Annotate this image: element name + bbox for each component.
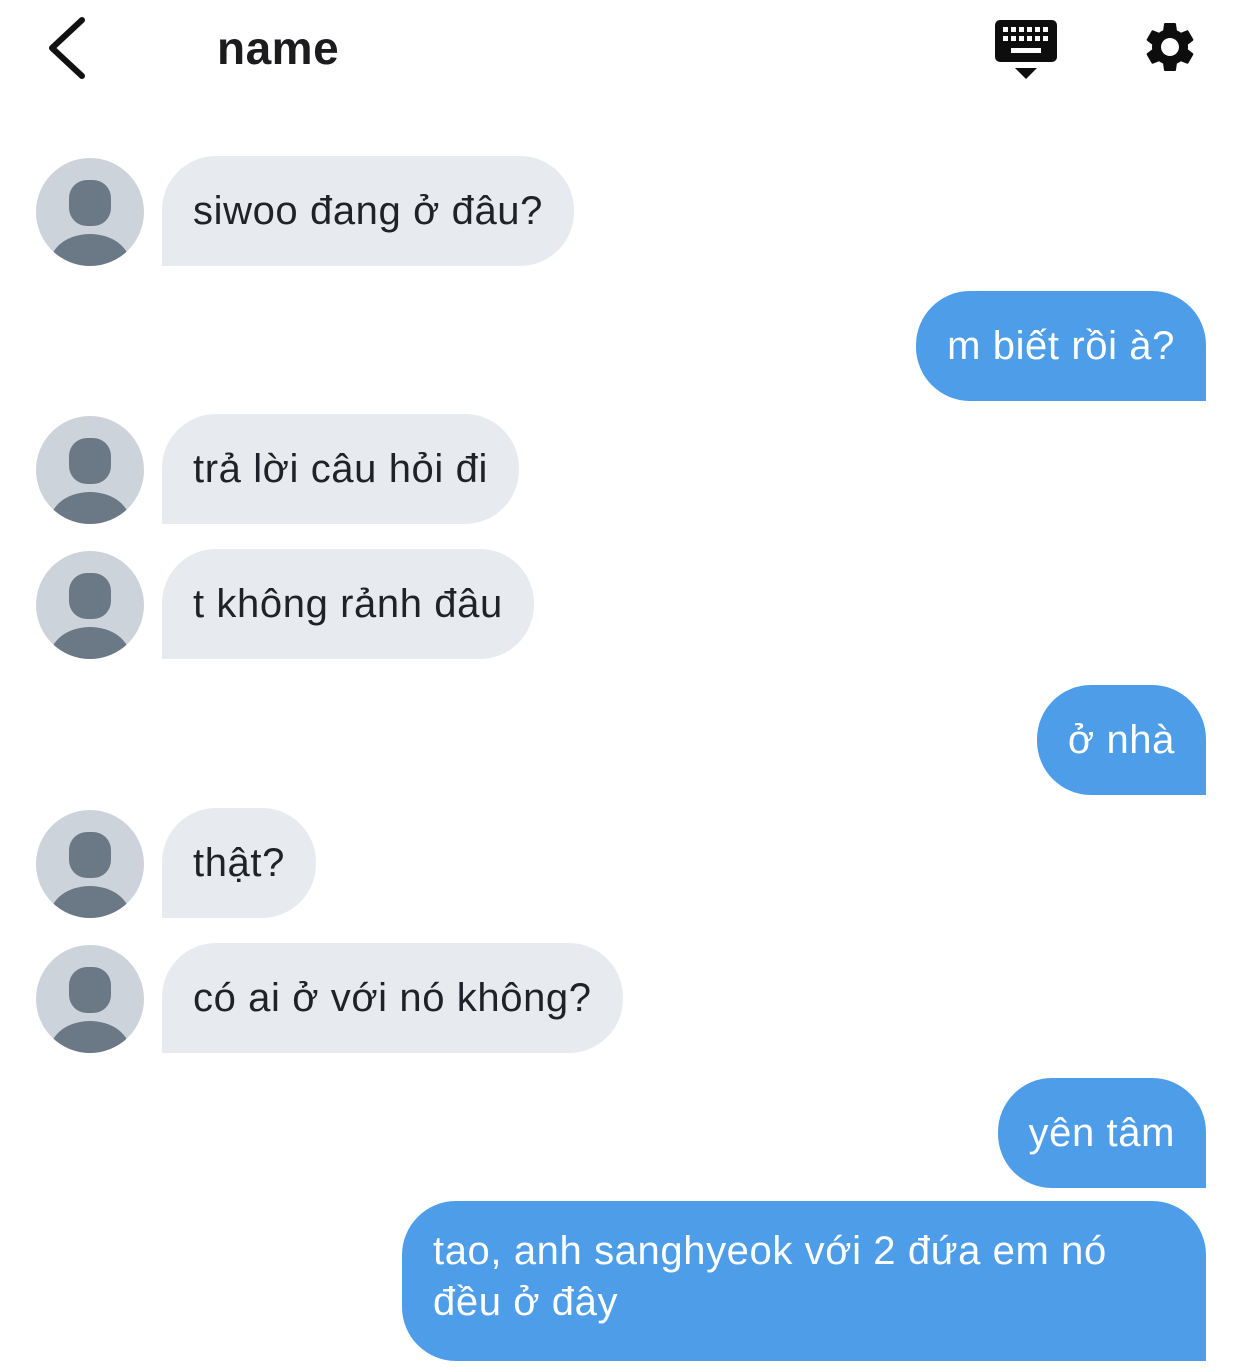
- chat-header: name: [0, 0, 1242, 100]
- default-avatar-icon: [50, 967, 130, 1053]
- gear-icon: [1146, 23, 1194, 71]
- settings-button[interactable]: [1140, 17, 1200, 77]
- avatar[interactable]: [36, 416, 144, 524]
- keyboard-icon: [995, 20, 1057, 79]
- default-avatar-icon: [50, 438, 130, 524]
- message-bubble-outgoing[interactable]: m biết rồi à?: [916, 291, 1206, 401]
- message-bubble-outgoing[interactable]: yên tâm: [997, 1078, 1206, 1188]
- message-bubble-incoming[interactable]: t không rảnh đâu: [162, 549, 534, 659]
- message-bubble-incoming[interactable]: trả lời câu hỏi đi: [162, 414, 519, 524]
- message-bubble-outgoing[interactable]: ở nhà: [1036, 685, 1206, 795]
- avatar[interactable]: [36, 945, 144, 1053]
- message-bubble-outgoing[interactable]: tao, anh sanghyeok với 2 đứa em nó đều ở…: [402, 1201, 1206, 1361]
- keyboard-button[interactable]: [994, 18, 1058, 82]
- default-avatar-icon: [50, 180, 130, 266]
- chat-title: name: [217, 22, 340, 74]
- default-avatar-icon: [50, 832, 130, 918]
- message-bubble-incoming[interactable]: có ai ở với nó không?: [162, 943, 623, 1053]
- chevron-left-icon: [49, 17, 85, 79]
- message-bubble-incoming[interactable]: thật?: [162, 808, 316, 918]
- avatar[interactable]: [36, 551, 144, 659]
- message-bubble-incoming[interactable]: siwoo đang ở đâu?: [162, 156, 575, 266]
- avatar[interactable]: [36, 810, 144, 918]
- avatar[interactable]: [36, 158, 144, 266]
- default-avatar-icon: [50, 573, 130, 659]
- back-button[interactable]: [40, 14, 96, 82]
